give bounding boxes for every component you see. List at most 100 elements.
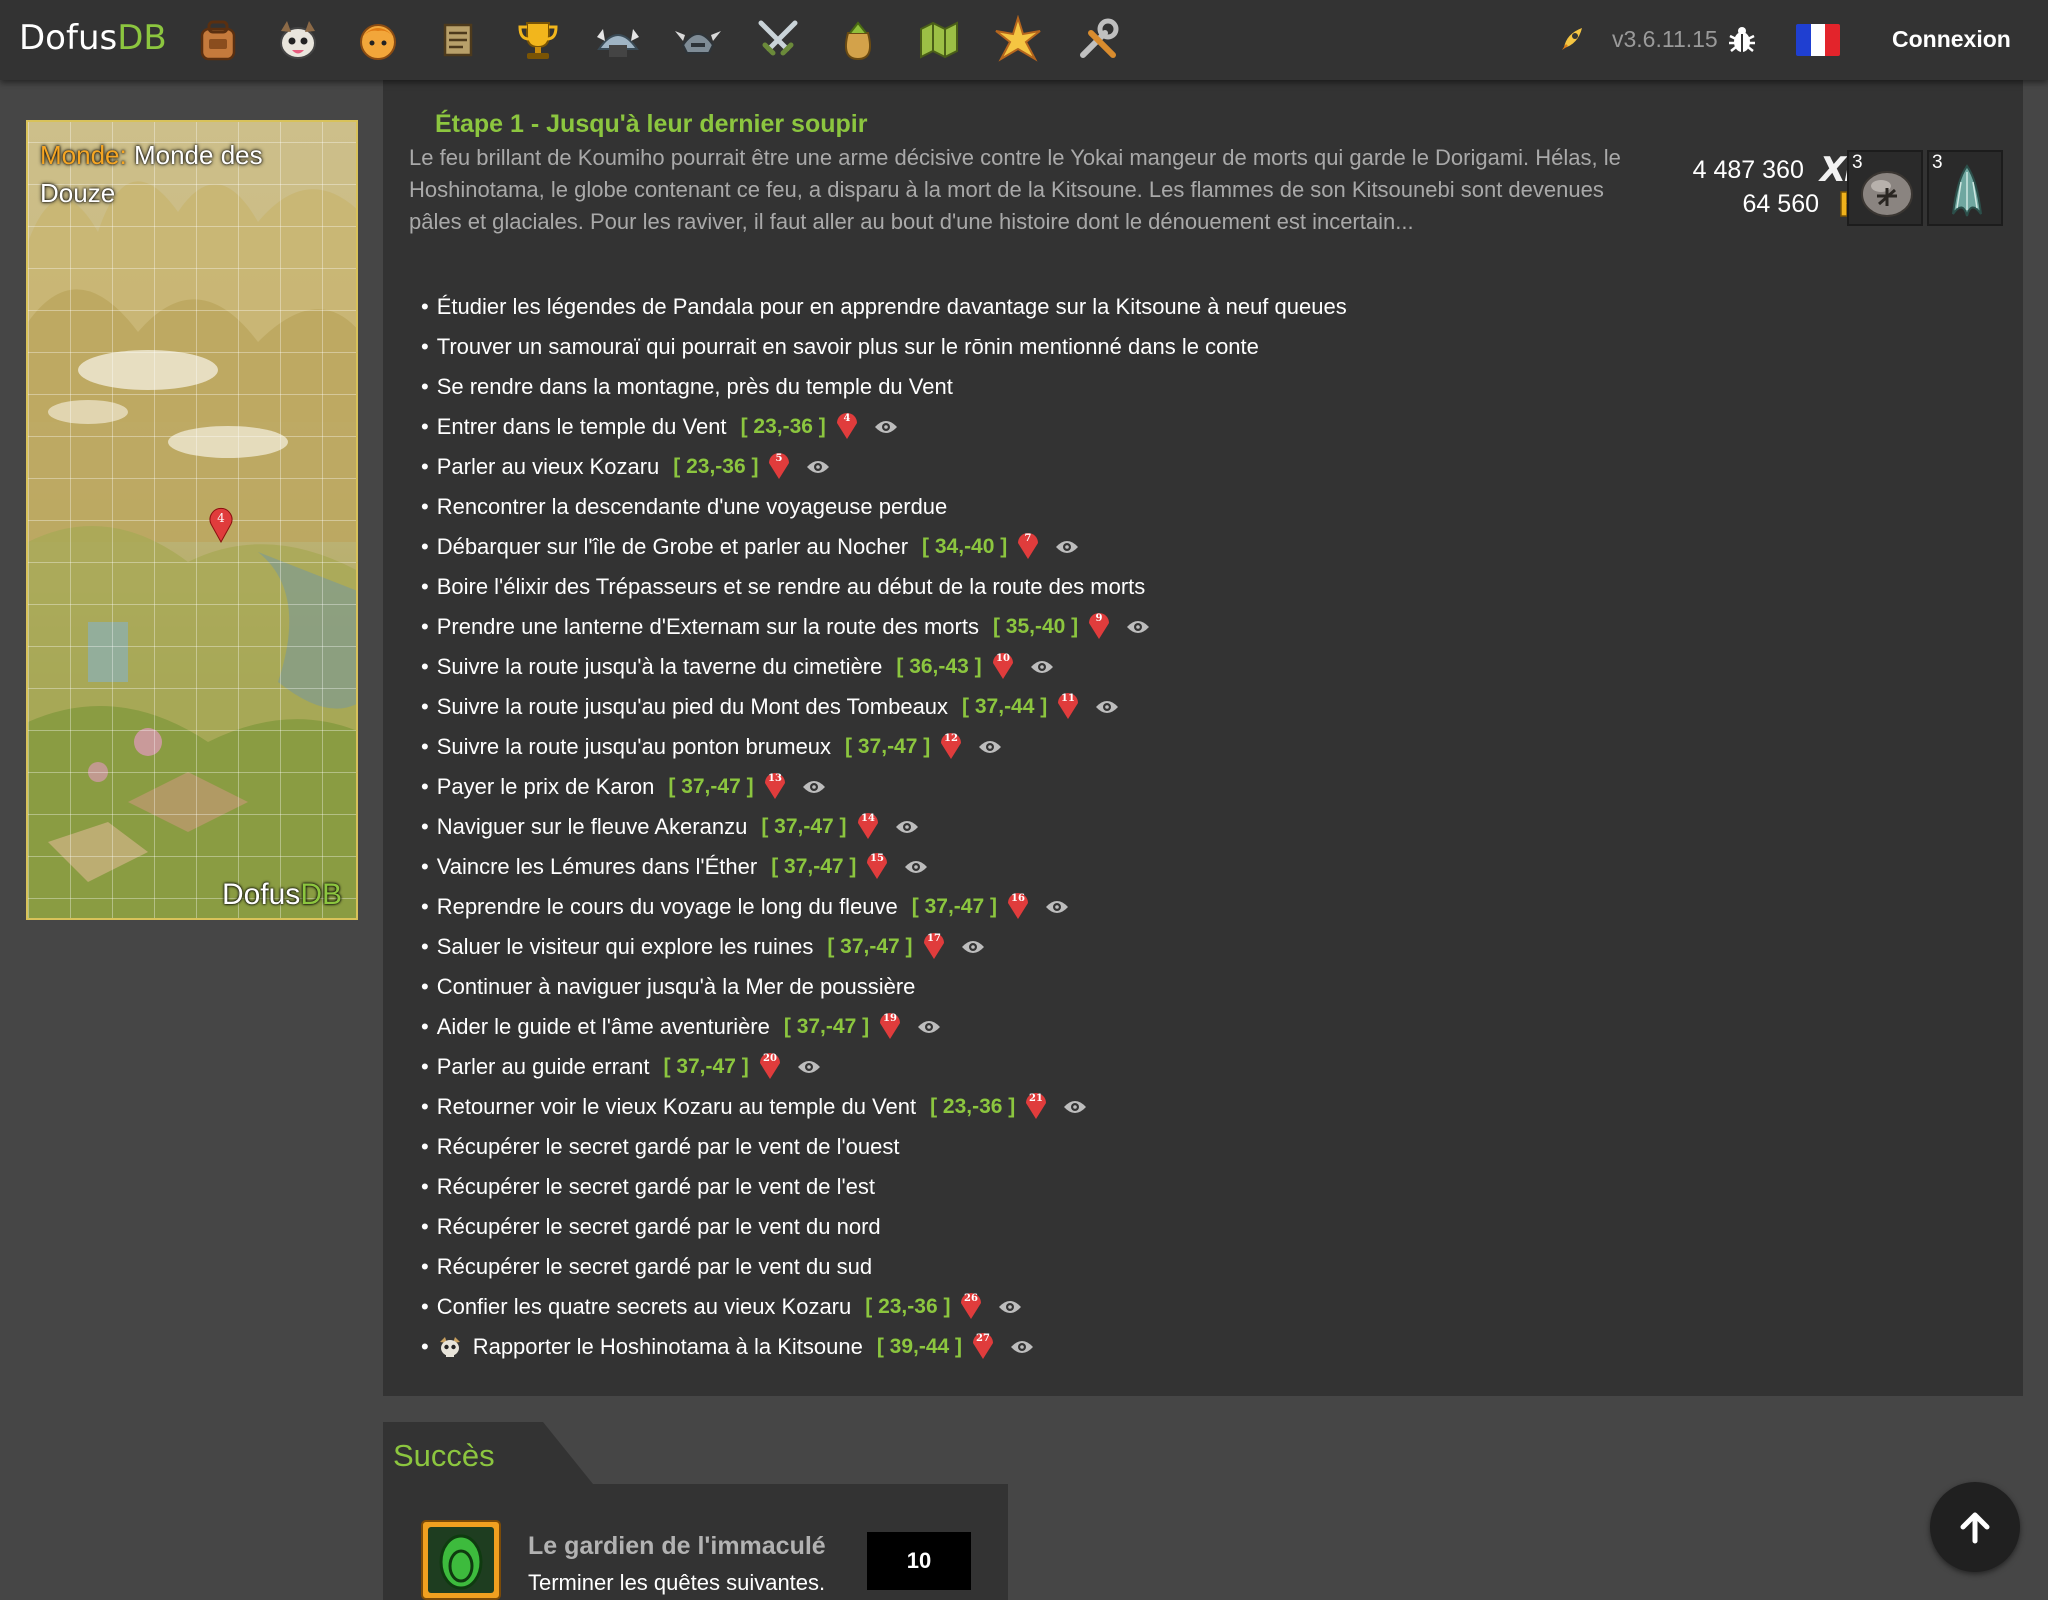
map-coordinates-link[interactable]: [ 37,-47 ]	[827, 935, 912, 959]
map-pin-icon[interactable]: 20	[757, 1046, 783, 1080]
trophy-icon[interactable]	[510, 12, 566, 68]
bullet: •	[421, 294, 429, 319]
map-grid	[28, 122, 356, 918]
map-pin-icon[interactable]: 5	[766, 446, 792, 480]
eye-icon[interactable]	[1030, 659, 1054, 675]
map-pin-icon[interactable]: 4	[834, 406, 860, 440]
map-pin-number: 26	[964, 1293, 978, 1304]
map-coordinates-link[interactable]: [ 37,-47 ]	[761, 815, 846, 839]
map-coordinates-link[interactable]: [ 37,-47 ]	[668, 775, 753, 799]
xp-reward: 4 487 360 XP	[1693, 150, 1869, 190]
eye-icon[interactable]	[797, 1059, 821, 1075]
rocket-icon[interactable]	[1556, 22, 1590, 56]
objective-item: • Prendre une lanterne d'Externam sur la …	[421, 607, 1921, 647]
map-pin-icon[interactable]: 17	[921, 926, 947, 960]
eye-icon[interactable]	[874, 419, 898, 435]
eye-icon[interactable]	[1063, 1099, 1087, 1115]
tools-icon[interactable]	[1070, 12, 1126, 68]
bullet: •	[421, 974, 429, 999]
map-coordinates-link[interactable]: [ 36,-43 ]	[896, 655, 981, 679]
objective-text: Retourner voir le vieux Kozaru au temple…	[436, 1094, 917, 1119]
eye-icon[interactable]	[978, 739, 1002, 755]
reward-item[interactable]: 3	[1847, 150, 1923, 226]
map-pin-marker[interactable]: 4	[206, 504, 236, 544]
map-pin-icon[interactable]: 14	[855, 806, 881, 840]
eye-icon[interactable]	[1055, 539, 1079, 555]
site-logo[interactable]: DofusDB	[19, 18, 167, 58]
map-pin-icon[interactable]: 27	[970, 1326, 996, 1360]
map-pin-icon[interactable]: 15	[864, 846, 890, 880]
objective-text: Parler au guide errant	[436, 1054, 650, 1079]
map-coordinates-link[interactable]: [ 37,-47 ]	[771, 855, 856, 879]
map-pin-icon[interactable]: 21	[1023, 1086, 1049, 1120]
map-coordinates-link[interactable]: [ 37,-47 ]	[784, 1015, 869, 1039]
achievement-card[interactable]: Le gardien de l'immaculé Terminer les qu…	[383, 1484, 1008, 1600]
map-pin-icon[interactable]: 19	[877, 1006, 903, 1040]
bag-icon[interactable]	[190, 12, 246, 68]
bullet: •	[421, 334, 429, 359]
map-coordinates-link[interactable]: [ 37,-47 ]	[845, 735, 930, 759]
resource-bag-icon[interactable]	[830, 12, 886, 68]
map-coordinates-link[interactable]: [ 35,-40 ]	[993, 615, 1078, 639]
map-pin-icon[interactable]: 7	[1015, 526, 1041, 560]
eye-icon[interactable]	[1095, 699, 1119, 715]
map-pin-number: 15	[870, 853, 884, 864]
map-pin-icon[interactable]: 26	[958, 1286, 984, 1320]
objective-item: • Boire l'élixir des Trépasseurs et se re…	[421, 567, 1921, 607]
eye-icon[interactable]	[1126, 619, 1150, 635]
eye-icon[interactable]	[1045, 899, 1069, 915]
objective-text: Suivre la route jusqu'au ponton brumeux	[436, 734, 832, 759]
bullet: •	[421, 374, 429, 399]
map-pin-icon[interactable]: 16	[1005, 886, 1031, 920]
character-icon[interactable]	[350, 12, 406, 68]
swords-icon[interactable]	[750, 12, 806, 68]
bullet: •	[421, 894, 429, 919]
map-coordinates-link[interactable]: [ 37,-47 ]	[912, 895, 997, 919]
map-pin-icon[interactable]: 9	[1086, 606, 1112, 640]
eye-icon[interactable]	[802, 779, 826, 795]
monster-icon[interactable]	[270, 12, 326, 68]
quest-map[interactable]: Monde: Monde des Douze 4 DofusDB	[26, 120, 358, 920]
map-icon[interactable]	[910, 12, 966, 68]
eye-icon[interactable]	[961, 939, 985, 955]
star-burst-icon[interactable]	[990, 12, 1046, 68]
map-coordinates-link[interactable]: [ 23,-36 ]	[741, 415, 826, 439]
map-coordinates-link[interactable]: [ 37,-47 ]	[664, 1055, 749, 1079]
objective-item: • Confier les quatre secrets au vieux Koz…	[421, 1287, 1921, 1327]
eye-icon[interactable]	[1010, 1339, 1034, 1355]
eye-icon[interactable]	[895, 819, 919, 835]
eye-icon[interactable]	[904, 859, 928, 875]
objective-text: Naviguer sur le fleuve Akeranzu	[436, 814, 748, 839]
map-coordinates-link[interactable]: [ 34,-40 ]	[922, 535, 1007, 559]
map-coordinates-link[interactable]: [ 39,-44 ]	[877, 1335, 962, 1359]
objective-text: Vaincre les Lémures dans l'Éther	[436, 854, 758, 879]
objective-text: Récupérer le secret gardé par le vent de…	[436, 1174, 876, 1199]
objective-item: • Parler au guide errant [ 37,-47 ] 20	[421, 1047, 1921, 1087]
map-coordinates-link[interactable]: [ 23,-36 ]	[930, 1095, 1015, 1119]
dungeon-icon[interactable]	[590, 12, 646, 68]
achievement-description: Terminer les quêtes suivantes.	[528, 1570, 826, 1595]
scroll-to-top-button[interactable]	[1930, 1482, 2020, 1572]
eye-icon[interactable]	[998, 1299, 1022, 1315]
bullet: •	[421, 614, 429, 639]
bug-report-icon[interactable]	[1726, 24, 1758, 56]
map-pin-icon[interactable]: 10	[990, 646, 1016, 680]
helmet-icon[interactable]	[670, 12, 726, 68]
map-pin-number: 16	[1011, 893, 1025, 904]
language-flag[interactable]	[1796, 24, 1840, 56]
map-pin-icon[interactable]: 12	[938, 726, 964, 760]
map-coordinates-link[interactable]: [ 23,-36 ]	[865, 1295, 950, 1319]
map-pin-icon[interactable]: 13	[762, 766, 788, 800]
login-link[interactable]: Connexion	[1892, 26, 2011, 53]
eye-icon[interactable]	[806, 459, 830, 475]
map-coordinates-link[interactable]: [ 37,-44 ]	[962, 695, 1047, 719]
objective-text: Entrer dans le temple du Vent	[436, 414, 727, 439]
scroll-icon[interactable]	[430, 12, 486, 68]
logo-text: Dofus	[19, 18, 118, 58]
map-coordinates-link[interactable]: [ 23,-36 ]	[673, 455, 758, 479]
objective-text: Saluer le visiteur qui explore les ruine…	[436, 934, 814, 959]
reward-item[interactable]: 3	[1927, 150, 2003, 226]
eye-icon[interactable]	[917, 1019, 941, 1035]
map-pin-icon[interactable]: 11	[1055, 686, 1081, 720]
objective-item: • Saluer le visiteur qui explore les ruin…	[421, 927, 1921, 967]
